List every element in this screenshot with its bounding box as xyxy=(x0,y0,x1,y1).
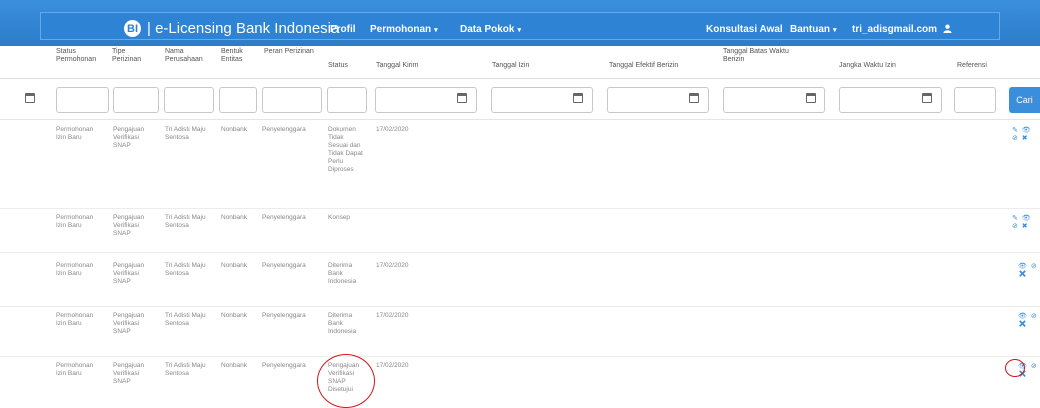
cell-peran: Penyelenggara xyxy=(262,126,306,133)
nav-data-pokok[interactable]: Data Pokok ▾ xyxy=(460,24,521,35)
caret-down-icon: ▾ xyxy=(517,27,521,34)
user-icon xyxy=(943,24,952,33)
cell-tanggal-kirim: 17/02/2020 xyxy=(376,126,409,133)
cell-bentuk: Nonbank xyxy=(221,214,248,221)
nav-profil[interactable]: Profil xyxy=(330,24,356,35)
cell-bentuk: Nonbank xyxy=(221,126,248,133)
nav-user-account[interactable]: tri_adisgmail.com xyxy=(852,24,952,35)
row-actions[interactable]: 👁 ⊘ ✖ xyxy=(1018,312,1040,328)
cell-status-permohonan: Permohonan Izin Baru xyxy=(56,126,94,141)
cell-peran: Penyelenggara xyxy=(262,312,306,319)
bank-indonesia-logo-icon: BI xyxy=(124,20,141,37)
cell-peran: Penyelenggara xyxy=(262,362,306,369)
cell-status: Dokumen Tidak Sesuai dan Tidak Dapat Per… xyxy=(328,126,363,173)
cell-tipe: Pengajuan Verifikasi SNAP xyxy=(113,214,145,237)
cell-tanggal-kirim: 17/02/2020 xyxy=(376,312,409,319)
row-actions[interactable]: ✎ 👁 ⊘ ✖ xyxy=(1012,126,1040,142)
cell-nama: Tri Adisti Maju Sentosa xyxy=(165,214,206,229)
filter-tipe-perizinan[interactable] xyxy=(113,87,159,113)
col-bentuk-entitas[interactable]: Bentuk Entitas xyxy=(221,48,257,64)
col-tanggal-kirim[interactable]: Tanggal Kirim xyxy=(376,62,418,70)
row-divider xyxy=(0,356,1040,357)
row-divider xyxy=(0,252,1040,253)
calendar-icon[interactable] xyxy=(689,93,699,103)
filter-nama-perusahaan[interactable] xyxy=(164,87,214,113)
annotation-circle-status xyxy=(317,354,375,408)
col-jangka-waktu[interactable]: Jangka Waktu Izin xyxy=(839,62,896,70)
cell-status: Diterima Bank Indonesia xyxy=(328,262,357,285)
filter-referensi[interactable] xyxy=(954,87,996,113)
header-divider xyxy=(0,78,1040,79)
filter-peran-perizinan[interactable] xyxy=(262,87,322,113)
cell-peran: Penyelenggara xyxy=(262,262,306,269)
calendar-icon xyxy=(25,93,35,103)
cell-nama: Tri Adisti Maju Sentosa xyxy=(165,262,206,277)
col-tanggal-efektif[interactable]: Tanggal Efektif Berizin xyxy=(609,62,678,70)
cell-tanggal-kirim: 17/02/2020 xyxy=(376,262,409,269)
filter-status[interactable] xyxy=(327,87,367,113)
cell-tipe: Pengajuan Verifikasi SNAP xyxy=(113,362,145,385)
col-tanggal-batas[interactable]: Tanggal Batas Waktu Berizin xyxy=(723,48,803,64)
cell-tanggal-kirim: 17/02/2020 xyxy=(376,362,409,369)
cell-tipe: Pengajuan Verifikasi SNAP xyxy=(113,262,145,285)
filter-bentuk-entitas[interactable] xyxy=(219,87,257,113)
col-status-permohonan[interactable]: Status Permohonan xyxy=(56,48,106,64)
calendar-icon[interactable] xyxy=(922,93,932,103)
cell-bentuk: Nonbank xyxy=(221,262,248,269)
calendar-icon[interactable] xyxy=(457,93,467,103)
cell-status-permohonan: Permohonan Izin Baru xyxy=(56,262,94,277)
cell-tipe: Pengajuan Verifikasi SNAP xyxy=(113,126,145,149)
col-nama-perusahaan[interactable]: Nama Perusahaan xyxy=(165,48,215,64)
col-referensi[interactable]: Referensi xyxy=(957,62,987,70)
cell-status: Konsep xyxy=(328,214,351,221)
row-divider xyxy=(0,208,1040,209)
search-button[interactable]: Cari xyxy=(1009,87,1040,113)
col-tipe-perizinan[interactable]: Tipe Perizinan xyxy=(112,48,156,64)
cell-status-permohonan: Permohonan Izin Baru xyxy=(56,214,94,229)
calendar-icon[interactable] xyxy=(806,93,816,103)
filter-divider xyxy=(0,119,1040,120)
cell-tipe: Pengajuan Verifikasi SNAP xyxy=(113,312,145,335)
nav-bantuan[interactable]: Bantuan ▾ xyxy=(790,24,837,35)
row-actions[interactable]: 👁 ⊘ ✖ xyxy=(1018,262,1040,278)
cell-nama: Tri Adisti Maju Sentosa xyxy=(165,312,206,327)
cell-status-permohonan: Permohonan Izin Baru xyxy=(56,362,94,377)
nav-permohonan[interactable]: Permohonan ▾ xyxy=(370,24,438,35)
cell-nama: Tri Adisti Maju Sentosa xyxy=(165,126,206,141)
row-divider xyxy=(0,306,1040,307)
filter-status-permohonan[interactable] xyxy=(56,87,109,113)
col-tanggal-izin[interactable]: Tanggal Izin xyxy=(492,62,529,70)
calendar-icon[interactable] xyxy=(573,93,583,103)
cell-status: Diterima Bank Indonesia xyxy=(328,312,357,335)
brand-title: | e-Licensing Bank Indonesia xyxy=(147,20,340,37)
brand[interactable]: BI | e-Licensing Bank Indonesia xyxy=(124,20,339,37)
caret-down-icon: ▾ xyxy=(833,27,837,34)
row-actions[interactable]: ✎ 👁 ⊘ ✖ xyxy=(1012,214,1040,230)
col-peran-perizinan[interactable]: Peran Perizinan xyxy=(264,48,316,56)
cell-status-permohonan: Permohonan Izin Baru xyxy=(56,312,94,327)
cell-nama: Tri Adisti Maju Sentosa xyxy=(165,362,206,377)
caret-down-icon: ▾ xyxy=(434,27,438,34)
cell-bentuk: Nonbank xyxy=(221,312,248,319)
nav-konsultasi-awal[interactable]: Konsultasi Awal xyxy=(706,24,783,35)
cell-bentuk: Nonbank xyxy=(221,362,248,369)
col-status[interactable]: Status xyxy=(328,62,348,70)
cell-peran: Penyelenggara xyxy=(262,214,306,221)
annotation-circle-action xyxy=(1005,359,1025,377)
